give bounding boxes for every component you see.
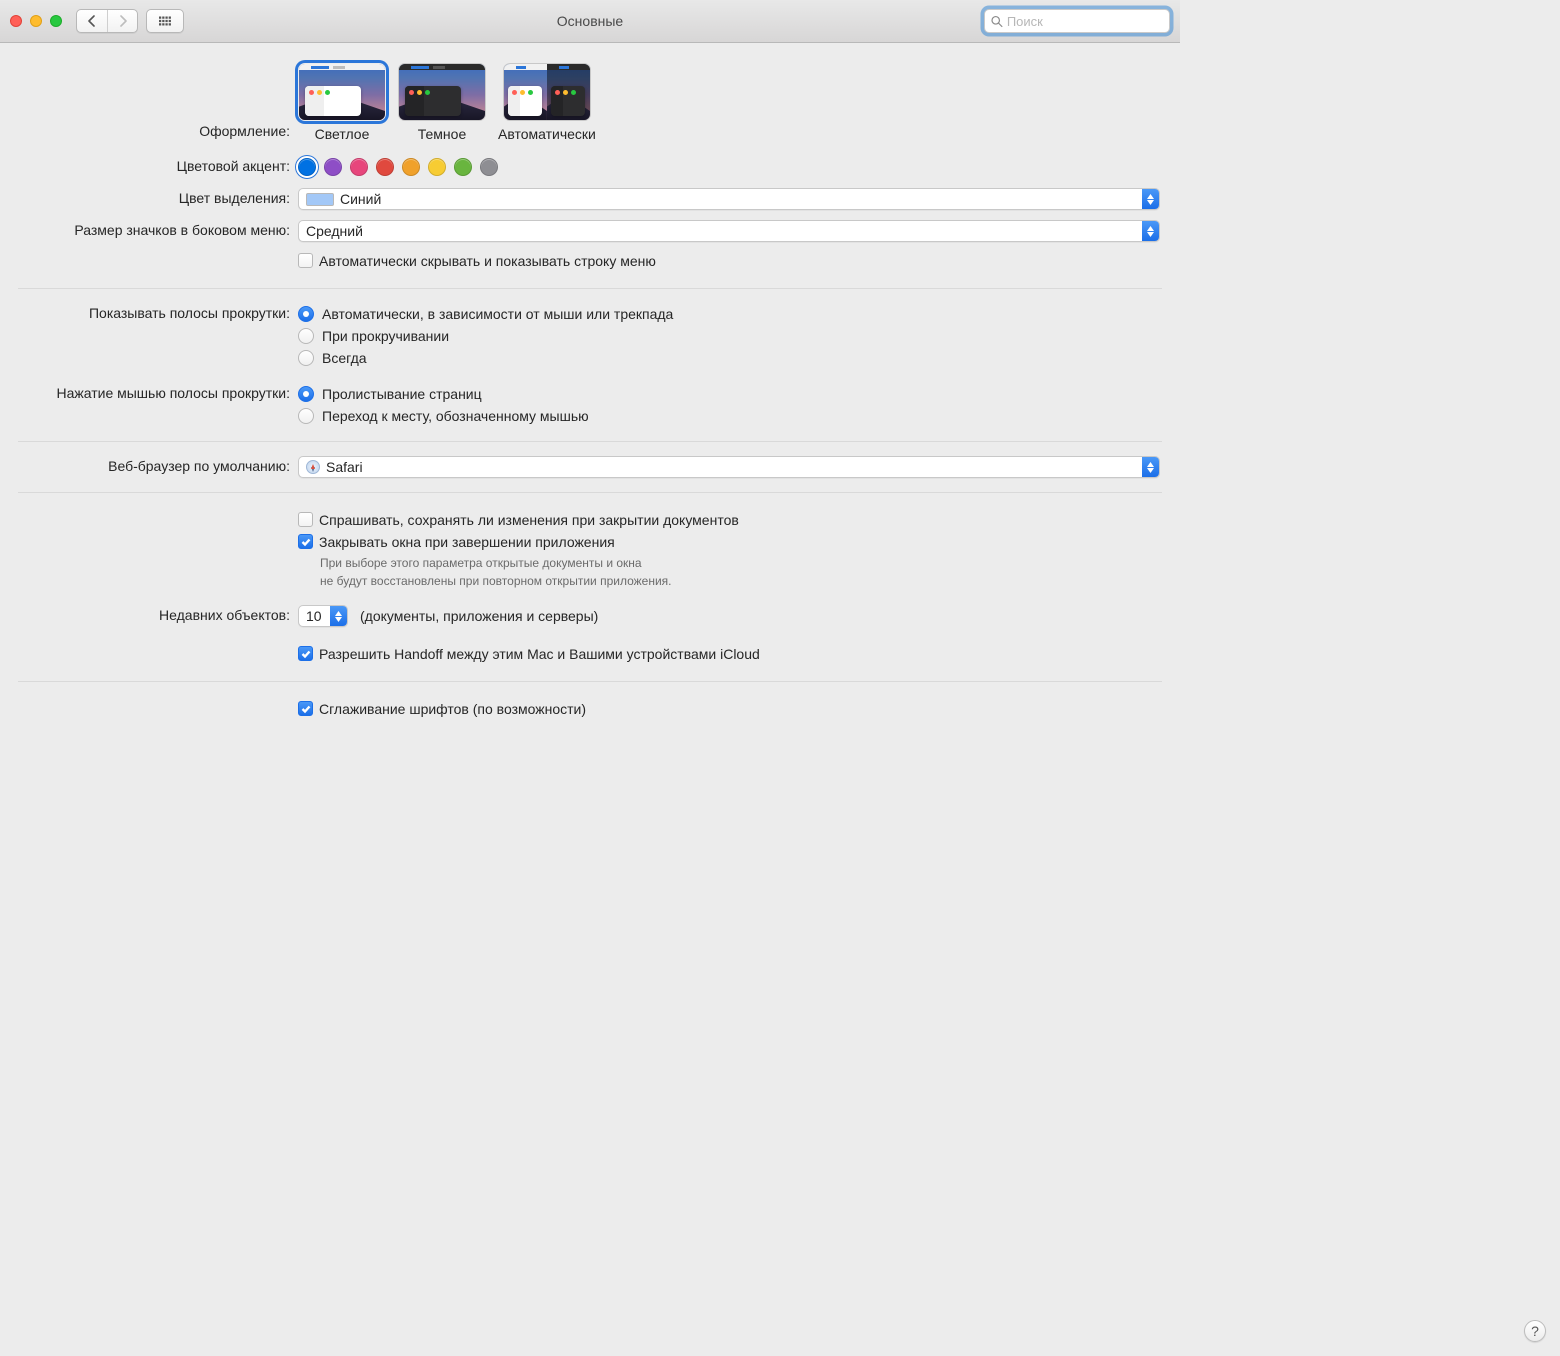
- search-input[interactable]: [1007, 14, 1163, 29]
- radio-icon: [298, 328, 314, 344]
- scroll-click-option-1-label: Переход к месту, обозначенному мышью: [322, 405, 589, 427]
- auto-hide-menubar-checkbox[interactable]: Автоматически скрывать и показывать стро…: [298, 252, 1160, 270]
- checkbox-icon: [298, 253, 313, 268]
- auto-hide-menubar-label: Автоматически скрывать и показывать стро…: [319, 252, 656, 270]
- close-icon[interactable]: [10, 15, 22, 27]
- separator: [18, 681, 1162, 682]
- highlight-value: Синий: [340, 191, 381, 207]
- radio-icon: [298, 350, 314, 366]
- help-button[interactable]: ?: [1524, 1320, 1546, 1342]
- grid-icon: [159, 15, 171, 27]
- show-all-segment: [146, 9, 184, 33]
- font-smoothing-checkbox[interactable]: Сглаживание шрифтов (по возможности): [298, 700, 1160, 718]
- forward-button[interactable]: [107, 10, 137, 32]
- accent-color-4[interactable]: [402, 158, 420, 176]
- checkbox-icon: [298, 512, 313, 527]
- scrollbars-option-0-label: Автоматически, в зависимости от мыши или…: [322, 303, 673, 325]
- scroll-click-option-0-label: Пролистывание страниц: [322, 383, 482, 405]
- scrollbars-option-1-label: При прокручивании: [322, 325, 449, 347]
- appearance-options: Светлое Темное: [298, 63, 1160, 142]
- accent-color-1[interactable]: [324, 158, 342, 176]
- minimize-icon[interactable]: [30, 15, 42, 27]
- handoff-label: Разрешить Handoff между этим Mac и Вашим…: [319, 645, 760, 663]
- font-smoothing-label: Сглаживание шрифтов (по возможности): [319, 700, 586, 718]
- close-windows-note-2: не будут восстановлены при повторном отк…: [320, 573, 1160, 589]
- label-recent: Недавних объектов:: [0, 605, 298, 623]
- stepper-arrows-icon: [1142, 457, 1159, 477]
- ask-save-label: Спрашивать, сохранять ли изменения при з…: [319, 511, 739, 529]
- scrollbars-option-2-label: Всегда: [322, 347, 367, 369]
- highlight-popup[interactable]: Синий: [298, 188, 1160, 210]
- separator: [18, 441, 1162, 442]
- label-sidebar-icon: Размер значков в боковом меню:: [0, 220, 298, 238]
- appearance-light[interactable]: Светлое: [298, 63, 386, 142]
- radio-icon: [298, 408, 314, 424]
- back-button[interactable]: [77, 10, 107, 32]
- scroll-click-option-1[interactable]: Переход к месту, обозначенному мышью: [298, 405, 1160, 427]
- accent-color-6[interactable]: [454, 158, 472, 176]
- radio-icon: [298, 306, 314, 322]
- ask-save-checkbox[interactable]: Спрашивать, сохранять ли изменения при з…: [298, 511, 1160, 529]
- separator: [18, 288, 1162, 289]
- label-browser: Веб-браузер по умолчанию:: [0, 456, 298, 474]
- appearance-light-label: Светлое: [315, 126, 370, 142]
- content: Оформление: Светлое: [0, 43, 1180, 722]
- scrollbars-option-2[interactable]: Всегда: [298, 347, 1160, 369]
- safari-icon: [306, 460, 320, 474]
- appearance-dark[interactable]: Темное: [398, 63, 486, 142]
- recent-items-value: 10: [306, 608, 322, 624]
- label-scroll-click: Нажатие мышью полосы прокрутки:: [0, 383, 298, 401]
- recent-suffix: (документы, приложения и серверы): [360, 608, 598, 624]
- accent-color-3[interactable]: [376, 158, 394, 176]
- accent-color-7[interactable]: [480, 158, 498, 176]
- accent-color-picker: [298, 156, 1160, 178]
- titlebar: Основные: [0, 0, 1180, 43]
- scroll-click-option-0[interactable]: Пролистывание страниц: [298, 383, 1160, 405]
- label-accent: Цветовой акцент:: [0, 156, 298, 174]
- stepper-arrows-icon: [330, 606, 347, 626]
- label-scrollbars: Показывать полосы прокрутки:: [0, 303, 298, 321]
- stepper-arrows-icon: [1142, 189, 1159, 209]
- appearance-dark-label: Темное: [418, 126, 466, 142]
- chevron-right-icon: [117, 15, 129, 27]
- scrollbars-option-1[interactable]: При прокручивании: [298, 325, 1160, 347]
- zoom-icon[interactable]: [50, 15, 62, 27]
- scrollbars-option-0[interactable]: Автоматически, в зависимости от мыши или…: [298, 303, 1160, 325]
- accent-color-5[interactable]: [428, 158, 446, 176]
- checkbox-icon: [298, 646, 313, 661]
- default-browser-popup[interactable]: Safari: [298, 456, 1160, 478]
- highlight-swatch: [306, 193, 334, 206]
- show-all-button[interactable]: [147, 10, 183, 32]
- label-highlight: Цвет выделения:: [0, 188, 298, 206]
- checkbox-icon: [298, 701, 313, 716]
- sidebar-icon-popup[interactable]: Средний: [298, 220, 1160, 242]
- default-browser-value: Safari: [326, 459, 363, 475]
- search-field[interactable]: [984, 9, 1170, 33]
- nav-segment: [76, 9, 138, 33]
- checkbox-icon: [298, 534, 313, 549]
- close-windows-checkbox[interactable]: Закрывать окна при завершении приложения: [298, 533, 1160, 551]
- close-windows-label: Закрывать окна при завершении приложения: [319, 533, 615, 551]
- search-icon: [991, 15, 1003, 28]
- close-windows-note-1: При выборе этого параметра открытые доку…: [320, 555, 1160, 571]
- appearance-auto[interactable]: Автоматически: [498, 63, 596, 142]
- window-controls: [10, 15, 62, 27]
- stepper-arrows-icon: [1142, 221, 1159, 241]
- chevron-left-icon: [86, 15, 98, 27]
- accent-color-2[interactable]: [350, 158, 368, 176]
- label-appearance: Оформление:: [0, 63, 298, 139]
- radio-icon: [298, 386, 314, 402]
- accent-color-0[interactable]: [298, 158, 316, 176]
- recent-items-popup[interactable]: 10: [298, 605, 348, 627]
- sidebar-icon-value: Средний: [306, 223, 363, 239]
- handoff-checkbox[interactable]: Разрешить Handoff между этим Mac и Вашим…: [298, 645, 1160, 663]
- appearance-auto-label: Автоматически: [498, 126, 596, 142]
- separator: [18, 492, 1162, 493]
